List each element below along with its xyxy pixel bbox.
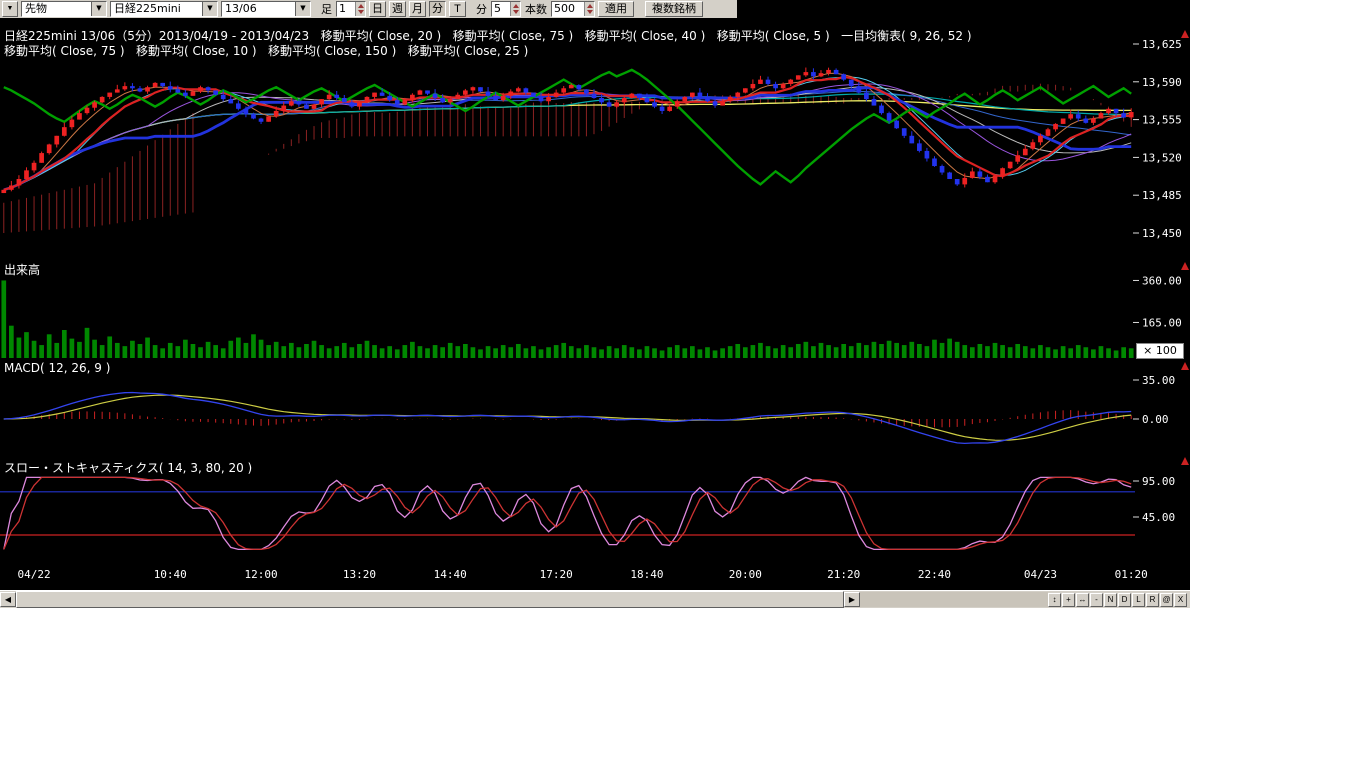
chart-tool-button-6[interactable]: L (1132, 593, 1145, 607)
scroll-right-button[interactable]: ▶ (844, 592, 860, 607)
stoch-pane-scroll-up-button[interactable] (1181, 457, 1189, 465)
scrollbar-gap (860, 592, 1048, 607)
time-axis-label: 17:20 (540, 568, 573, 581)
stoch-axis-tick-label: 95.00 (1142, 475, 1175, 488)
top-toolbar: ▼ 先物 ▼ 日経225mini ▼ 13/06 ▼ 足 1 日 週 月 分 T… (0, 0, 737, 18)
time-axis-label: 04/23 (1024, 568, 1057, 581)
period-tick-button[interactable]: T (449, 1, 466, 17)
bar-interval-value: 1 (337, 2, 355, 16)
spinner-icon[interactable] (355, 2, 365, 16)
chart-tool-button-0[interactable]: ↕ (1048, 593, 1061, 607)
volume-pane-scroll-up-button[interactable] (1181, 262, 1189, 270)
window-dropdown-button[interactable]: ▼ (2, 1, 18, 17)
macd-pane-scroll-up-button[interactable] (1181, 362, 1189, 370)
volume-axis-tick-label: 360.00 (1142, 274, 1182, 287)
price-axis-tick-label: 13,590 (1142, 76, 1182, 89)
time-axis-label: 18:40 (630, 568, 663, 581)
time-axis-label: 21:20 (827, 568, 860, 581)
apply-button[interactable]: 適用 (598, 1, 634, 17)
price-axis-tick-label: 13,625 (1142, 38, 1182, 51)
chart-plot-area[interactable]: 13,625 13,590 13,555 13,520 13,485 13,450 360.… (0, 18, 1190, 590)
chart-tool-button-4[interactable]: N (1104, 593, 1117, 607)
bar-count-input[interactable]: 500 (551, 1, 595, 17)
horizontal-scrollbar: ◀ ▶ ↕+↔-NDLR@X (0, 590, 1190, 608)
caret-down-icon: ▼ (91, 2, 106, 16)
chart-tool-button-3[interactable]: - (1090, 593, 1103, 607)
volume-axis-tick-label: 165.00 (1142, 316, 1182, 329)
price-axis-tick-label: 13,555 (1142, 114, 1182, 127)
macd-axis-tick-label: 0.00 (1142, 413, 1169, 426)
time-axis-label: 22:40 (918, 568, 951, 581)
bar-count-label: 本数 (524, 1, 548, 17)
caret-down-icon: ▼ (295, 2, 310, 16)
bar-interval-input[interactable]: 1 (336, 1, 366, 17)
scrollbar-thumb[interactable] (16, 591, 844, 608)
time-axis-label: 13:20 (343, 568, 376, 581)
chart-tool-button-7[interactable]: R (1146, 593, 1159, 607)
scroll-left-button[interactable]: ◀ (0, 592, 16, 607)
period-day-button[interactable]: 日 (369, 1, 386, 17)
time-axis-label: 12:00 (244, 568, 277, 581)
caret-down-icon: ▼ (202, 2, 217, 16)
bar-count-value: 500 (552, 2, 584, 16)
time-axis-label: 04/22 (17, 568, 50, 581)
time-axis-label: 14:40 (434, 568, 467, 581)
chart-tool-button-5[interactable]: D (1118, 593, 1131, 607)
time-axis-label: 10:40 (154, 568, 187, 581)
time-axis-label: 20:00 (729, 568, 762, 581)
chart-tool-button-9[interactable]: X (1174, 593, 1187, 607)
chart-tool-buttons: ↕+↔-NDLR@X (1048, 593, 1187, 607)
chart-tool-button-1[interactable]: + (1062, 593, 1075, 607)
multi-symbol-button[interactable]: 複数銘柄 (645, 1, 703, 17)
chart-region: 13,625 13,590 13,555 13,520 13,485 13,450 360.… (0, 0, 1190, 608)
contract-month-select[interactable]: 13/06 ▼ (221, 1, 311, 17)
period-minute-button[interactable]: 分 (429, 1, 446, 17)
price-axis-tick-label: 13,485 (1142, 189, 1182, 202)
chart-tool-button-8[interactable]: @ (1160, 593, 1173, 607)
stoch-axis-tick-label: 45.00 (1142, 511, 1175, 524)
macd-axis-tick-label: 35.00 (1142, 374, 1175, 387)
price-axis-tick-label: 13,450 (1142, 227, 1182, 240)
minute-label: 分 (475, 1, 488, 17)
spinner-icon[interactable] (584, 2, 594, 16)
volume-multiplier-box: × 100 (1136, 343, 1184, 359)
instrument-type-value: 先物 (22, 2, 91, 16)
price-axis-tick-label: 13,520 (1142, 151, 1182, 164)
minute-interval-input[interactable]: 5 (491, 1, 521, 17)
spinner-icon[interactable] (510, 2, 520, 16)
trading-app-window: 13,625 13,590 13,555 13,520 13,485 13,450 360.… (0, 0, 1366, 768)
period-month-button[interactable]: 月 (409, 1, 426, 17)
period-week-button[interactable]: 週 (389, 1, 406, 17)
instrument-type-select[interactable]: 先物 ▼ (21, 1, 107, 17)
symbol-select[interactable]: 日経225mini ▼ (110, 1, 218, 17)
contract-month-value: 13/06 (222, 2, 295, 16)
price-pane-scroll-up-button[interactable] (1181, 30, 1189, 38)
bar-type-label: 足 (320, 1, 333, 17)
time-axis-label: 01:20 (1115, 568, 1148, 581)
minute-interval-value: 5 (492, 2, 510, 16)
symbol-value: 日経225mini (111, 2, 202, 16)
chart-tool-button-2[interactable]: ↔ (1076, 593, 1089, 607)
